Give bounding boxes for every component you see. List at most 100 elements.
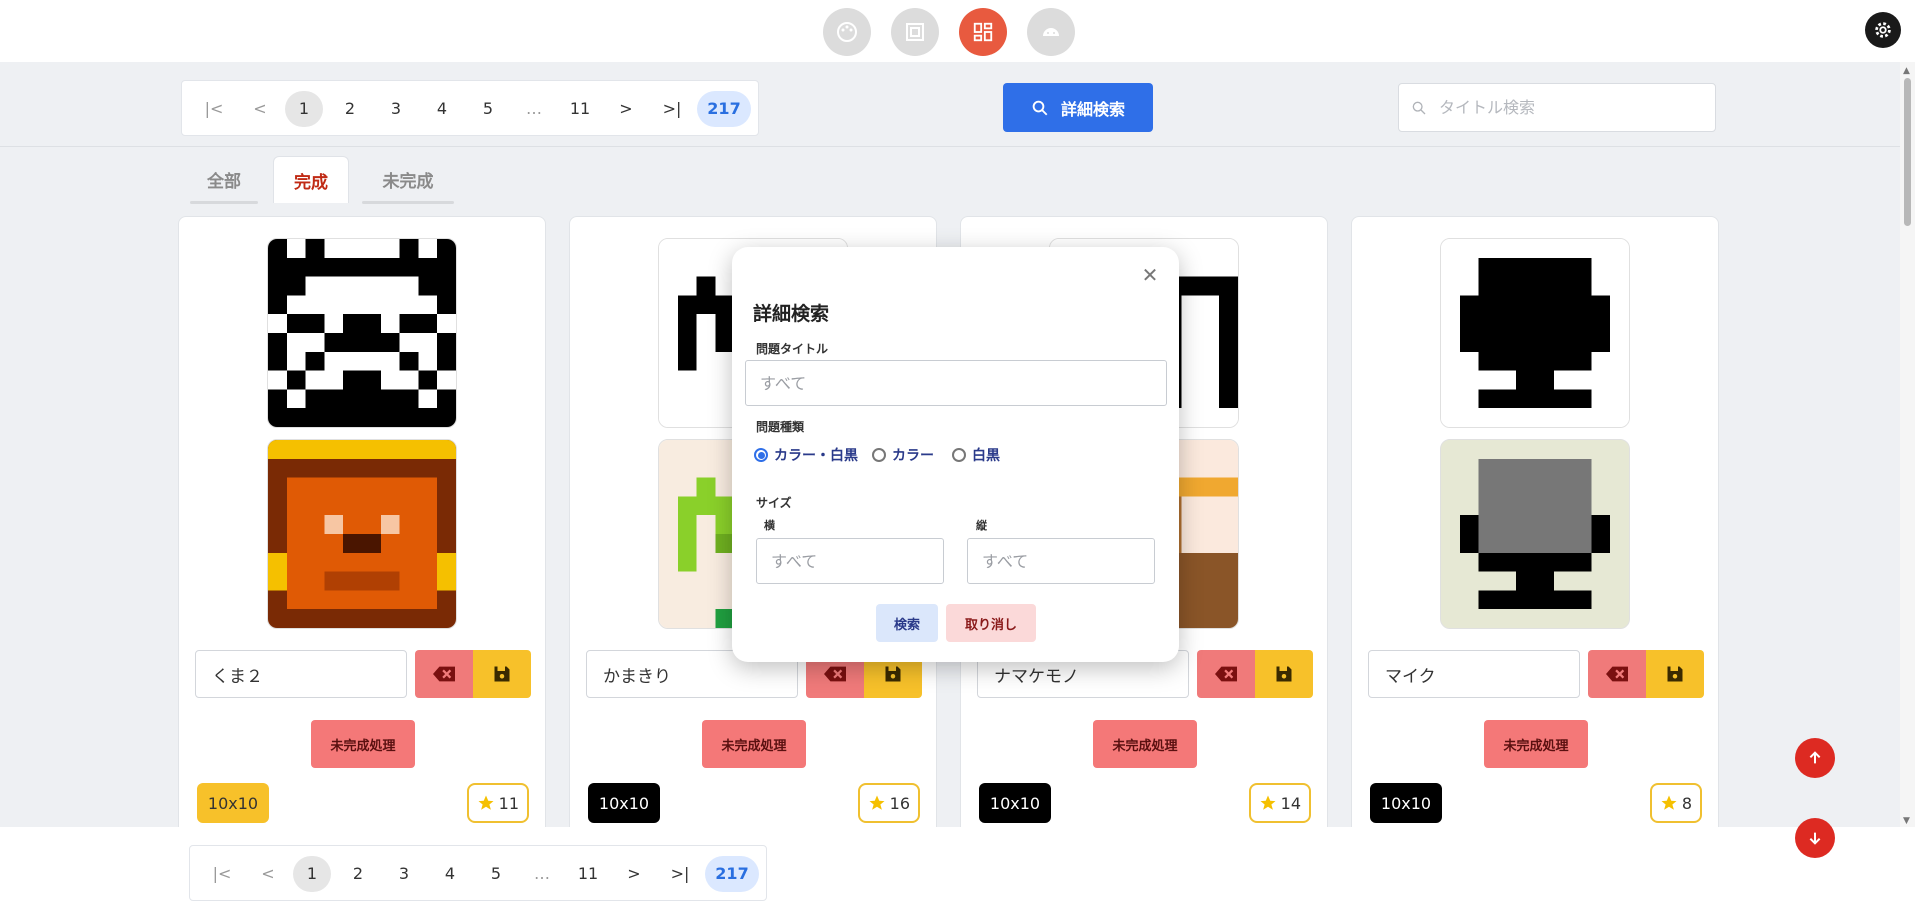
problem-title-input[interactable]	[745, 360, 1167, 406]
page-ellipsis: …	[526, 99, 542, 118]
next-page-icon[interactable]: >	[608, 91, 644, 127]
puzzle-color-thumbnail[interactable]	[1440, 439, 1630, 629]
tab-incomplete[interactable]: 未完成	[358, 156, 458, 204]
divider	[0, 146, 1900, 147]
prev-page-icon[interactable]: <	[250, 856, 286, 892]
scroll-bottom-button[interactable]	[1795, 818, 1835, 858]
star-badge: 11	[466, 783, 529, 823]
tab-all[interactable]: 全部	[186, 156, 262, 204]
search-icon	[1032, 100, 1048, 115]
clear-name-button[interactable]	[415, 650, 473, 698]
height-input[interactable]	[967, 538, 1155, 584]
radio-mono[interactable]: 白黒	[952, 445, 1000, 465]
star-icon	[1260, 795, 1276, 810]
mark-incomplete-button[interactable]: 未完成処理	[311, 720, 415, 768]
mark-incomplete-button[interactable]: 未完成処理	[1484, 720, 1588, 768]
puzzle-name-input[interactable]	[195, 650, 407, 698]
backspace-icon	[1215, 666, 1237, 682]
mark-incomplete-button[interactable]: 未完成処理	[1093, 720, 1197, 768]
tab-label: 完成	[294, 172, 328, 193]
puzzle-mono-thumbnail[interactable]	[1440, 238, 1630, 428]
width-label: 横	[764, 519, 775, 532]
mark-incomplete-button[interactable]: 未完成処理	[702, 720, 806, 768]
settings-gear-icon[interactable]	[1865, 12, 1901, 48]
star-icon	[869, 795, 885, 810]
page-link[interactable]: 1	[285, 91, 323, 127]
star-badge: 8	[1649, 783, 1702, 823]
radio-button[interactable]	[952, 448, 966, 462]
close-icon[interactable]: ✕	[1140, 263, 1160, 287]
title-search-box[interactable]	[1398, 83, 1716, 132]
size-badge: 10x10	[197, 783, 269, 823]
page-link[interactable]: 5	[470, 91, 506, 127]
first-page-icon[interactable]: |<	[204, 856, 240, 892]
clear-name-button[interactable]	[1588, 650, 1646, 698]
android-icon[interactable]	[1027, 8, 1075, 56]
advanced-search-label: 詳細検索	[1060, 99, 1125, 119]
scroll-top-button[interactable]	[1795, 738, 1835, 778]
radio-color-mono[interactable]: カラー・白黒	[754, 445, 858, 465]
modal-search-button[interactable]: 検索	[876, 604, 938, 642]
tab-label: 未完成	[382, 171, 434, 192]
title-search-input[interactable]	[1437, 97, 1691, 118]
size-label: サイズ	[756, 496, 792, 510]
page-link[interactable]: 1	[293, 856, 331, 892]
palette-icon[interactable]	[823, 8, 871, 56]
page-link[interactable]: 5	[478, 856, 514, 892]
radio-label: カラー	[892, 448, 934, 464]
gallery-icon[interactable]	[891, 8, 939, 56]
scrollbar-thumb[interactable]	[1904, 78, 1911, 226]
page-link[interactable]: 4	[424, 91, 460, 127]
star-badge: 14	[1248, 783, 1311, 823]
first-page-icon[interactable]: |<	[196, 91, 232, 127]
next-page-icon[interactable]: >	[616, 856, 652, 892]
puzzle-card: 未完成処理 10x10 8	[1351, 216, 1719, 836]
puzzle-mono-thumbnail[interactable]	[267, 238, 457, 428]
prev-page-icon[interactable]: <	[242, 91, 278, 127]
save-button[interactable]	[1646, 650, 1704, 698]
clear-name-button[interactable]	[1197, 650, 1255, 698]
save-button[interactable]	[1255, 650, 1313, 698]
width-input[interactable]	[756, 538, 944, 584]
arrow-down-icon	[1809, 832, 1821, 845]
page-link[interactable]: 3	[386, 856, 422, 892]
last-page-icon[interactable]: >|	[662, 856, 698, 892]
page-link[interactable]: 4	[432, 856, 468, 892]
scroll-down-arrow-icon[interactable]: ▼	[1903, 816, 1910, 826]
search-icon	[1412, 101, 1426, 114]
page-link-last[interactable]: 217	[697, 91, 751, 127]
problem-title-label: 問題タイトル	[756, 342, 829, 356]
save-disk-icon	[885, 666, 901, 682]
advanced-search-modal: ✕ 詳細検索 問題タイトル 問題種類 カラー・白黒 カラー 白黒 サイズ 横 縦…	[732, 247, 1179, 662]
page-link[interactable]: 3	[378, 91, 414, 127]
problem-type-label: 問題種類	[756, 420, 805, 434]
size-badge: 10x10	[588, 783, 660, 823]
star-icon	[478, 795, 494, 810]
page-link[interactable]: 11	[570, 856, 606, 892]
advanced-search-button[interactable]: 詳細検索	[1003, 83, 1153, 132]
dashboard-icon[interactable]	[959, 8, 1007, 56]
puzzle-color-thumbnail[interactable]	[267, 439, 457, 629]
scroll-up-arrow-icon[interactable]: ▲	[1903, 66, 1910, 76]
tab-complete[interactable]: 完成	[273, 156, 349, 203]
radio-label: 白黒	[972, 448, 1000, 464]
star-count: 16	[889, 793, 910, 813]
page-link-last[interactable]: 217	[705, 856, 759, 892]
size-badge: 10x10	[1370, 783, 1442, 823]
tab-label: 全部	[207, 171, 241, 192]
page-link[interactable]: 2	[332, 91, 368, 127]
radio-button-checked[interactable]	[754, 448, 768, 462]
pagination-bottom: |< < 1 2 3 4 5 … 11 > >| 217	[189, 845, 767, 901]
modal-cancel-button[interactable]: 取り消し	[946, 604, 1036, 642]
pagination-top: |< < 1 2 3 4 5 … 11 > >| 217	[181, 80, 759, 136]
radio-button[interactable]	[872, 448, 886, 462]
page-link[interactable]: 11	[562, 91, 598, 127]
last-page-icon[interactable]: >|	[654, 91, 690, 127]
save-button[interactable]	[473, 650, 531, 698]
star-count: 8	[1681, 793, 1692, 813]
puzzle-card: 未完成処理 10x10 11	[178, 216, 546, 836]
puzzle-name-input[interactable]	[1368, 650, 1580, 698]
page-link[interactable]: 2	[340, 856, 376, 892]
radio-label: カラー・白黒	[774, 448, 858, 464]
radio-color[interactable]: カラー	[872, 445, 934, 465]
